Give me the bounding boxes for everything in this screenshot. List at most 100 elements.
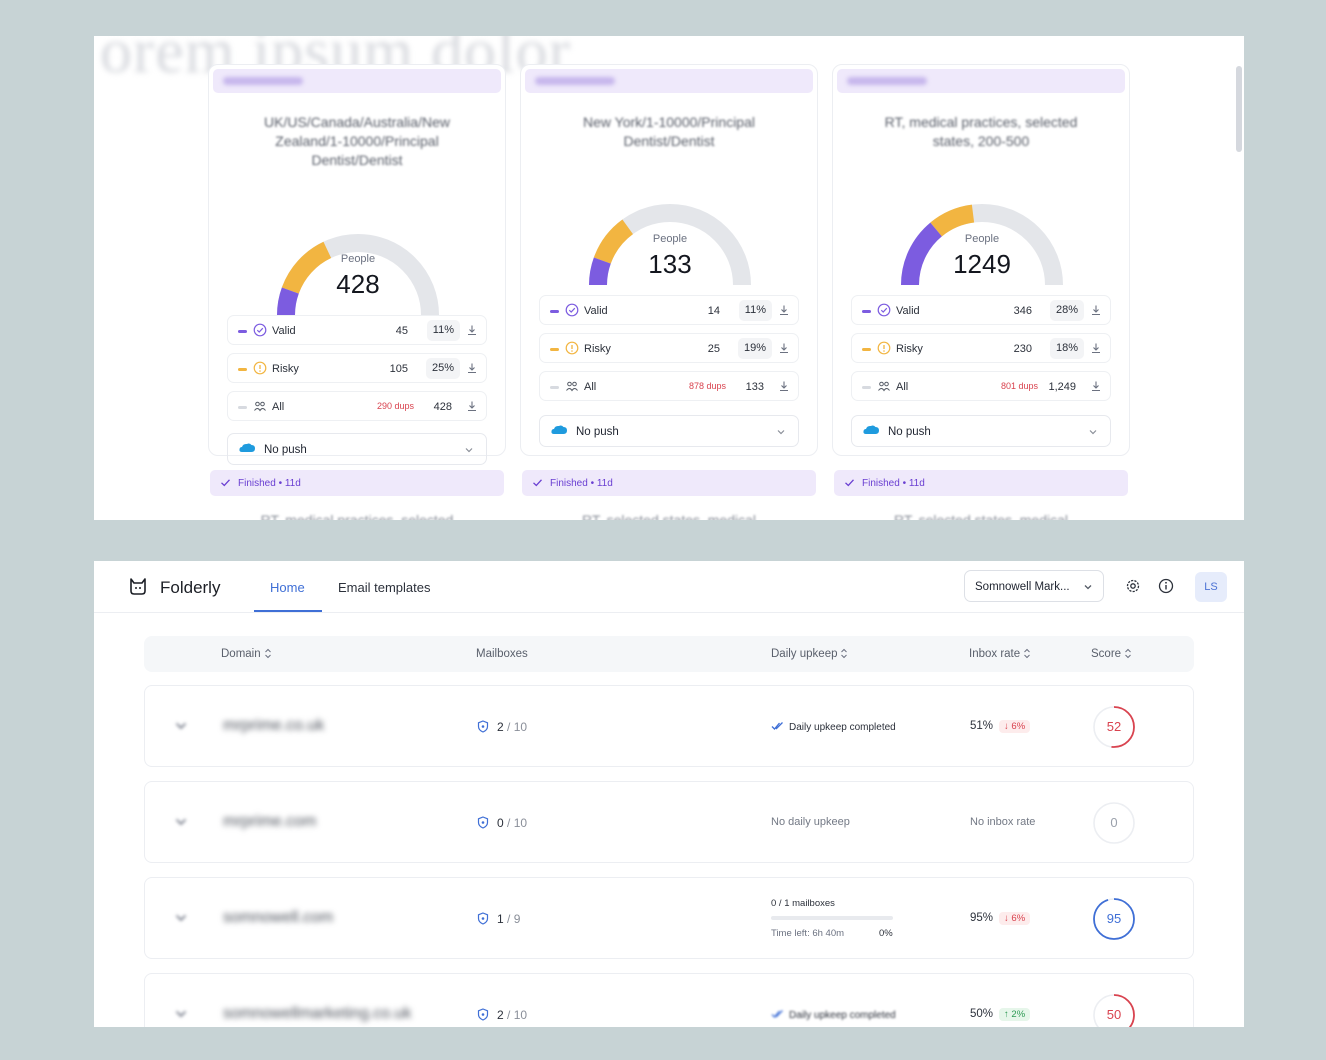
- score-value: 50: [1106, 1007, 1122, 1022]
- people-gauge: [589, 204, 751, 286]
- segment-title: Dentist/Dentist: [311, 152, 403, 168]
- shield-icon: [477, 816, 489, 829]
- stat-name: Valid: [272, 325, 296, 337]
- inbox-rate: 95% ↓ 6%: [970, 912, 1031, 925]
- push-select[interactable]: No push: [227, 433, 487, 465]
- stat-row-all: All 290 dups 428: [227, 391, 487, 421]
- score-ring: 95: [1091, 896, 1137, 942]
- stat-percent: 25%: [425, 358, 460, 379]
- column-domain[interactable]: Domain: [221, 648, 272, 660]
- stat-name: All: [272, 401, 285, 413]
- download-icon[interactable]: [466, 400, 478, 412]
- table-row[interactable]: somnowell.com 1 / 9 0 / 1 mailboxes Time…: [144, 877, 1194, 959]
- upkeep-progress-label: 0 / 1 mailboxes: [771, 898, 835, 909]
- chevron-down-icon[interactable]: [175, 817, 187, 827]
- mailbox-count: 0 / 10: [477, 816, 527, 830]
- stat-row-all: All 878 dups 133: [539, 371, 799, 401]
- push-label: No push: [888, 426, 931, 438]
- sort-icon: [841, 648, 848, 659]
- legend-swatch: [862, 386, 871, 389]
- score-value: 0: [1110, 815, 1118, 830]
- check-icon: [845, 479, 854, 487]
- workspace-select[interactable]: Somnowell Mark...: [964, 570, 1104, 602]
- stat-percent: 28%: [1049, 300, 1084, 321]
- stat-count: 133: [745, 381, 764, 393]
- brand-name[interactable]: Folderly: [160, 578, 220, 598]
- gear-icon[interactable]: [1125, 578, 1141, 594]
- column-mailboxes-label: Mailboxes: [476, 648, 528, 660]
- stat-percent: 18%: [1049, 338, 1084, 359]
- dups-count: 801 dups: [1000, 381, 1038, 391]
- upkeep-status: No daily upkeep: [771, 816, 850, 828]
- column-inbox-rate[interactable]: Inbox rate: [969, 648, 1031, 660]
- download-icon[interactable]: [778, 380, 790, 392]
- chevron-down-icon: [777, 430, 785, 435]
- mailbox-count: 1 / 9: [477, 912, 520, 926]
- chevron-down-icon[interactable]: [175, 1009, 187, 1019]
- inbox-delta-badge: ↓ 6%: [999, 720, 1031, 733]
- scrollbar[interactable]: [1236, 66, 1242, 152]
- salesforce-cloud-icon: [551, 425, 567, 434]
- column-score[interactable]: Score: [1091, 648, 1132, 660]
- people-icon: [878, 381, 890, 392]
- download-icon[interactable]: [778, 304, 790, 316]
- status-tag-text: Finished · 11d: [223, 77, 303, 85]
- legend-swatch: [862, 348, 871, 351]
- chevron-down-icon: [1089, 430, 1097, 435]
- chevron-down-icon[interactable]: [175, 913, 187, 923]
- legend-swatch: [550, 386, 559, 389]
- mailboxes-total: / 10: [507, 816, 528, 830]
- chevron-down-icon: [1084, 585, 1092, 590]
- legend-swatch: [550, 310, 559, 313]
- stat-count: 25: [707, 343, 720, 355]
- domain-name[interactable]: somnowellmarketing.co.uk: [223, 1005, 412, 1023]
- cat-logo-icon[interactable]: [128, 576, 148, 596]
- sort-icon: [264, 648, 271, 659]
- domain-name[interactable]: mrprime.com: [223, 813, 316, 831]
- download-icon[interactable]: [1090, 380, 1102, 392]
- inbox-delta-badge: ↑ 2%: [999, 1008, 1031, 1021]
- workspace-label: Somnowell Mark...: [975, 581, 1070, 593]
- finished-tag: Finished • 11d: [210, 470, 504, 496]
- stat-count: 105: [389, 363, 408, 375]
- legend-swatch: [862, 310, 871, 313]
- finished-tag-text: Finished • 11d: [862, 478, 925, 489]
- finished-tag-text: Finished • 11d: [550, 478, 613, 489]
- tab-email-templates[interactable]: Email templates: [338, 580, 430, 595]
- inbox-value: 51%: [970, 720, 994, 732]
- card-status-tag: Finished · 11d: [837, 69, 1125, 93]
- segment-title: UK/US/Canada/Australia/New: [264, 114, 450, 130]
- legend-swatch: [238, 406, 247, 409]
- table-row[interactable]: somnowellmarketing.co.uk 2 / 10 Daily up…: [144, 973, 1194, 1027]
- upkeep-text: Daily upkeep completed: [789, 1010, 896, 1021]
- chevron-down-icon[interactable]: [175, 721, 187, 731]
- push-select[interactable]: No push: [851, 415, 1111, 447]
- segment-card: Finished · 11d RT, medical practices, sel…: [832, 64, 1130, 456]
- tab-home[interactable]: Home: [270, 580, 305, 595]
- push-label: No push: [576, 426, 619, 438]
- stat-name: Risky: [272, 363, 299, 375]
- domain-name[interactable]: mrprime.co.uk: [223, 717, 324, 735]
- segments-panel: orem ipsum dolor Finished · 11dUK/US/Can…: [94, 36, 1244, 520]
- finished-tag: Finished • 11d: [522, 470, 816, 496]
- table-row[interactable]: mrprime.co.uk 2 / 10 Daily upkeep comple…: [144, 685, 1194, 767]
- column-upkeep-label: Daily upkeep: [771, 648, 838, 660]
- table-row[interactable]: mrprime.com 0 / 10 No daily upkeep No in…: [144, 781, 1194, 863]
- info-icon[interactable]: [1158, 578, 1174, 594]
- download-icon[interactable]: [466, 324, 478, 336]
- download-icon[interactable]: [778, 342, 790, 354]
- stat-name: All: [896, 381, 909, 393]
- download-icon[interactable]: [1090, 304, 1102, 316]
- mailboxes-total: / 10: [507, 720, 528, 734]
- push-select[interactable]: No push: [539, 415, 799, 447]
- avatar[interactable]: LS: [1195, 572, 1227, 602]
- column-score-label: Score: [1091, 648, 1122, 660]
- download-icon[interactable]: [1090, 342, 1102, 354]
- domain-name[interactable]: somnowell.com: [223, 909, 333, 927]
- check-icon: [533, 479, 542, 487]
- download-icon[interactable]: [466, 362, 478, 374]
- table-header: Domain Mailboxes Daily upkeep Inbox rate…: [144, 636, 1194, 672]
- column-inbox-label: Inbox rate: [969, 648, 1021, 660]
- column-upkeep[interactable]: Daily upkeep: [771, 648, 848, 660]
- mailbox-count: 2 / 10: [477, 1008, 527, 1022]
